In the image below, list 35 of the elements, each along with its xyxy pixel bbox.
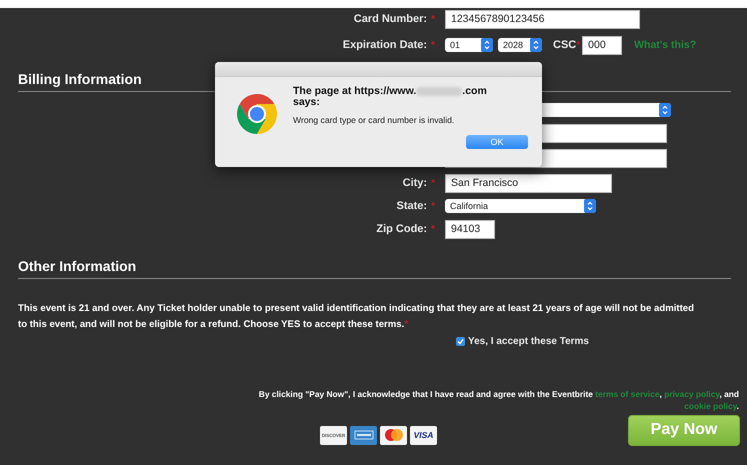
- section-heading: Billing Information: [17, 71, 142, 87]
- month-select[interactable]: 01: [445, 38, 493, 52]
- year-select[interactable]: 2028: [498, 38, 542, 52]
- field-label: State:: [396, 200, 428, 212]
- required-mark: *: [576, 40, 580, 50]
- terms-paragraph: This event is 21 and over. Any Ticket holder unable to present valid identification indicating that they are at least 21 years of age will not be admitted to this event, and will not be eligible for a refund. Choose YES to accept these terms.*: [17, 302, 695, 332]
- field-label: Zip Code:: [376, 223, 428, 235]
- field-label: Expiration Date:: [342, 39, 428, 51]
- stepper-icon: [530, 38, 542, 52]
- csc-field[interactable]: 000: [582, 36, 622, 54]
- card-number-field[interactable]: 1234567890123456: [445, 10, 640, 28]
- section-heading: Other Information: [17, 258, 136, 274]
- dialog-message: Wrong card type or card number is invalid.: [293, 115, 456, 125]
- input-field[interactable]: San Francisco: [445, 174, 612, 192]
- checkbox-label: Yes, I accept these Terms: [468, 336, 589, 346]
- required-mark: *: [431, 178, 435, 188]
- stepper-icon: [659, 103, 671, 117]
- stepper-icon: [584, 199, 596, 213]
- select-field[interactable]: California: [445, 199, 596, 213]
- required-mark: *: [431, 200, 435, 212]
- field-label: City:: [402, 177, 428, 189]
- required-mark: *: [431, 40, 435, 50]
- input-field[interactable]: 94103: [445, 220, 495, 238]
- required-mark: *: [431, 14, 435, 24]
- mastercard-logo: [380, 426, 407, 444]
- visa-card-logo: VISA: [410, 426, 437, 444]
- stepper-icon: [481, 38, 493, 52]
- legal-notice: By clicking "Pay Now", I acknowledge that I have read and agree with the Eventbrite terms of service, privacy policy, and cookie policy.: [258, 388, 740, 412]
- field-label: Card Number:: [354, 13, 428, 25]
- amex-card-logo: [350, 426, 377, 444]
- checkbox[interactable]: [456, 336, 465, 346]
- browser-logo-icon: [235, 92, 279, 136]
- required-mark: *: [431, 224, 435, 234]
- field-label: CSC: [553, 39, 576, 51]
- dialog-title: The page at https://www. .com says:: [293, 86, 488, 108]
